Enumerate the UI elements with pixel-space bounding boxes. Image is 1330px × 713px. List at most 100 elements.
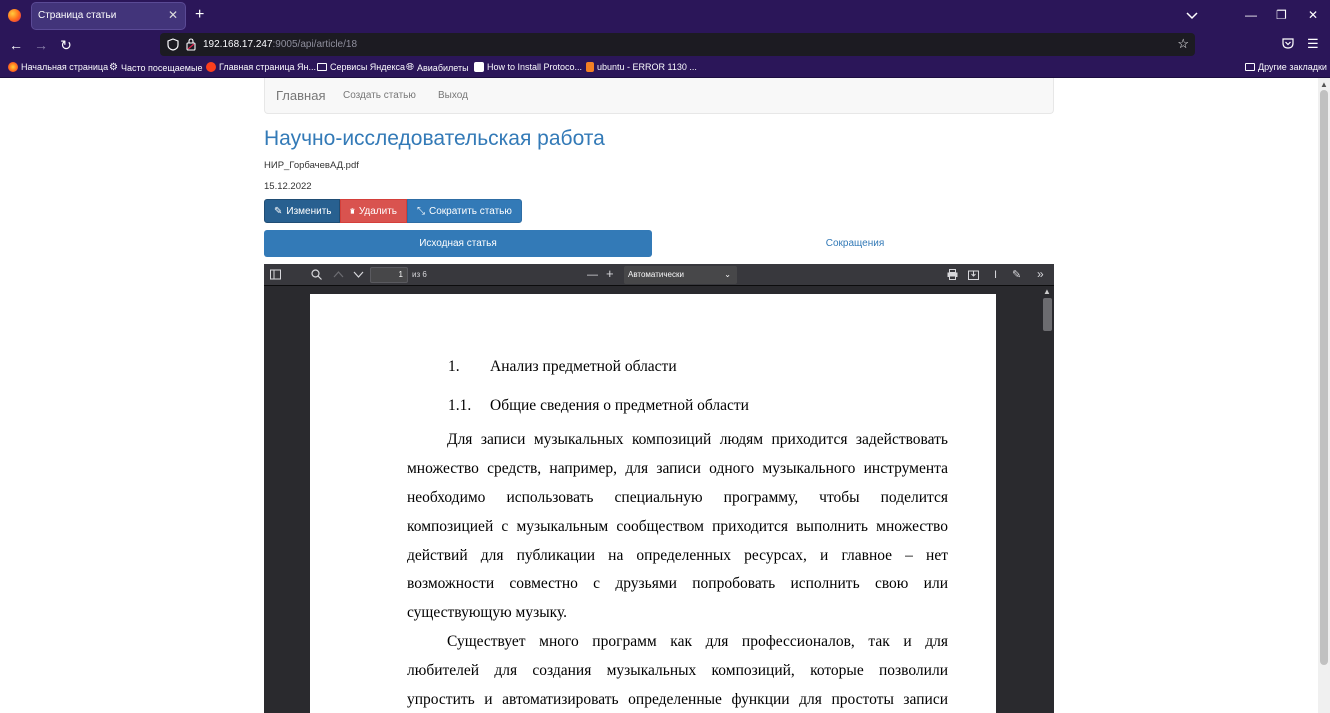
- text-line: любителей для создания музыкальных компо…: [407, 661, 948, 679]
- bookmark-item[interactable]: 🌐︎ Авиабилеты: [406, 62, 469, 73]
- page-scroll-thumb[interactable]: [1320, 90, 1328, 665]
- app-menu-icon[interactable]: ☰: [1307, 37, 1319, 51]
- paragraph: Для записи музыкальных композиций людям …: [407, 426, 948, 628]
- text-select-icon[interactable]: I: [994, 268, 997, 282]
- delete-button[interactable]: Удалить: [340, 199, 407, 223]
- heading-number: 1.: [448, 358, 460, 375]
- print-icon[interactable]: [947, 269, 958, 280]
- subheading-number: 1.1.: [448, 397, 472, 414]
- tab-title: Страница статьи: [38, 10, 117, 21]
- yandex-icon: [206, 62, 216, 72]
- edit-button-label: Изменить: [286, 205, 332, 217]
- new-tab-icon[interactable]: +: [195, 6, 204, 24]
- text-line: Существует много программ как для профес…: [447, 633, 948, 650]
- scroll-up-icon[interactable]: ▲: [1043, 287, 1051, 296]
- bookmark-label: Часто посещаемые: [120, 62, 203, 73]
- zoom-select[interactable]: Автоматически ⌄: [624, 266, 737, 284]
- bookmark-star-icon[interactable]: ☆: [1177, 36, 1189, 52]
- nav-create-article[interactable]: Создать статью: [343, 90, 416, 101]
- page-viewport: Главная Создать статью Выход Научно-иссл…: [0, 78, 1330, 713]
- pdf-scrollbar[interactable]: ▲: [1040, 286, 1054, 713]
- restore-icon[interactable]: ❐: [1276, 7, 1287, 23]
- globe-icon: 🌐︎: [406, 62, 414, 73]
- page-scrollbar[interactable]: ▲: [1318, 78, 1330, 713]
- site-favicon-icon: [474, 62, 484, 72]
- text-line: композицией с музыкальным сообществом пр…: [407, 517, 948, 535]
- paragraph: Существует много программ как для профес…: [407, 628, 948, 713]
- bookmark-label: Авиабилеты: [417, 62, 469, 73]
- folder-icon: [1245, 63, 1255, 71]
- nav-brand-home[interactable]: Главная: [276, 88, 325, 103]
- text-line: множество средств, например, для записи …: [407, 459, 948, 477]
- tracking-shield-icon[interactable]: [167, 38, 179, 51]
- chevron-down-icon: ⌄: [724, 270, 731, 279]
- article-actions: ✎ Изменить Удалить ⤡ Сократить статью: [264, 199, 522, 223]
- text-line: действий для публикации на определенных …: [407, 546, 948, 564]
- pdf-toolbar: 1 из 6 — + Автоматически ⌄ I ✎ »: [264, 264, 1054, 286]
- zoom-in-icon[interactable]: +: [606, 267, 614, 281]
- minimize-icon[interactable]: —: [1245, 7, 1257, 23]
- firefox-icon[interactable]: [8, 9, 21, 22]
- bookmark-label: Главная страница Ян...: [219, 62, 317, 72]
- text-line: Для записи музыкальных композиций людям …: [447, 431, 948, 448]
- back-icon[interactable]: ←: [7, 36, 25, 54]
- next-page-icon[interactable]: [353, 270, 364, 279]
- shorten-button-label: Сократить статью: [429, 205, 512, 217]
- pdf-scroll-thumb[interactable]: [1043, 298, 1052, 331]
- tab-close-icon[interactable]: ✕: [168, 8, 178, 22]
- browser-tab[interactable]: Страница статьи ✕: [32, 3, 185, 29]
- bookmark-item[interactable]: Начальная страница: [8, 62, 108, 72]
- url-bar[interactable]: 192.168.17.247:9005/api/article/18 ☆: [160, 33, 1195, 56]
- lock-icon[interactable]: [186, 38, 196, 51]
- tab-abbreviations[interactable]: Сокращения: [656, 230, 1054, 257]
- bookmark-item[interactable]: How to Install Protoco...: [474, 62, 582, 72]
- firefox-icon: [8, 62, 18, 72]
- pdf-viewer: 1 из 6 — + Автоматически ⌄ I ✎ » 1. Анал…: [264, 264, 1054, 713]
- tab-list-chevron-icon[interactable]: [1185, 8, 1199, 22]
- bookmark-item[interactable]: ubuntu - ERROR 1130 ...: [586, 62, 697, 72]
- zoom-value: Автоматически: [628, 270, 684, 279]
- bookmark-label: ubuntu - ERROR 1130 ...: [597, 62, 697, 72]
- bookmark-item[interactable]: ⚙ Часто посещаемые: [109, 62, 202, 73]
- pdf-page: 1. Анализ предметной области 1.1. Общие …: [310, 294, 996, 713]
- draw-pen-icon[interactable]: ✎: [1012, 268, 1021, 282]
- trash-icon: [350, 208, 355, 214]
- other-bookmarks[interactable]: Другие закладки: [1245, 62, 1327, 72]
- url-text[interactable]: 192.168.17.247:9005/api/article/18: [203, 39, 357, 50]
- sidebar-toggle-icon[interactable]: [270, 269, 281, 280]
- browser-tabbar: Страница статьи ✕ + — ❐ ✕: [0, 0, 1330, 31]
- page-number-input[interactable]: 1: [370, 267, 408, 283]
- article-tabs: Исходная статья Сокращения: [264, 230, 1054, 257]
- scroll-up-icon[interactable]: ▲: [1320, 80, 1328, 89]
- compress-icon: ⤡: [417, 205, 425, 217]
- download-icon[interactable]: [968, 269, 979, 280]
- section-heading: Анализ предметной области: [490, 358, 677, 375]
- bookmark-label: Сервисы Яндекса: [330, 62, 406, 72]
- article-filename[interactable]: НИР_ГорбачевАД.pdf: [264, 160, 359, 171]
- search-icon[interactable]: [311, 269, 322, 280]
- bookmark-item[interactable]: Главная страница Ян...: [206, 62, 316, 72]
- pocket-icon[interactable]: [1282, 38, 1294, 49]
- bookmark-label: Другие закладки: [1258, 62, 1327, 72]
- forward-icon[interactable]: →: [32, 36, 50, 54]
- text-line: необходимо использовать специальную прог…: [407, 488, 948, 506]
- previous-page-icon[interactable]: [333, 270, 344, 279]
- tools-menu-icon[interactable]: »: [1037, 267, 1044, 281]
- browser-navbar: ← → ↻ 192.168.17.247:9005/api/article/18…: [0, 31, 1330, 59]
- page-count: из 6: [412, 270, 427, 279]
- edit-button[interactable]: ✎ Изменить: [264, 199, 340, 223]
- bookmark-item[interactable]: Сервисы Яндекса: [317, 62, 405, 72]
- zoom-out-icon[interactable]: —: [587, 268, 598, 282]
- delete-button-label: Удалить: [358, 205, 397, 217]
- gear-icon: ⚙: [109, 62, 118, 73]
- site-navbar: Главная Создать статью Выход: [264, 78, 1054, 114]
- pencil-icon: ✎: [274, 205, 283, 217]
- bookmark-label: Начальная страница: [21, 62, 109, 72]
- shorten-button[interactable]: ⤡ Сократить статью: [407, 199, 522, 223]
- nav-logout[interactable]: Выход: [438, 90, 468, 101]
- subsection-heading: Общие сведения о предметной области: [490, 397, 749, 414]
- reload-icon[interactable]: ↻: [57, 36, 75, 54]
- url-path: :9005/api/article/18: [272, 39, 358, 50]
- tab-original-article[interactable]: Исходная статья: [264, 230, 652, 257]
- close-window-icon[interactable]: ✕: [1308, 7, 1318, 23]
